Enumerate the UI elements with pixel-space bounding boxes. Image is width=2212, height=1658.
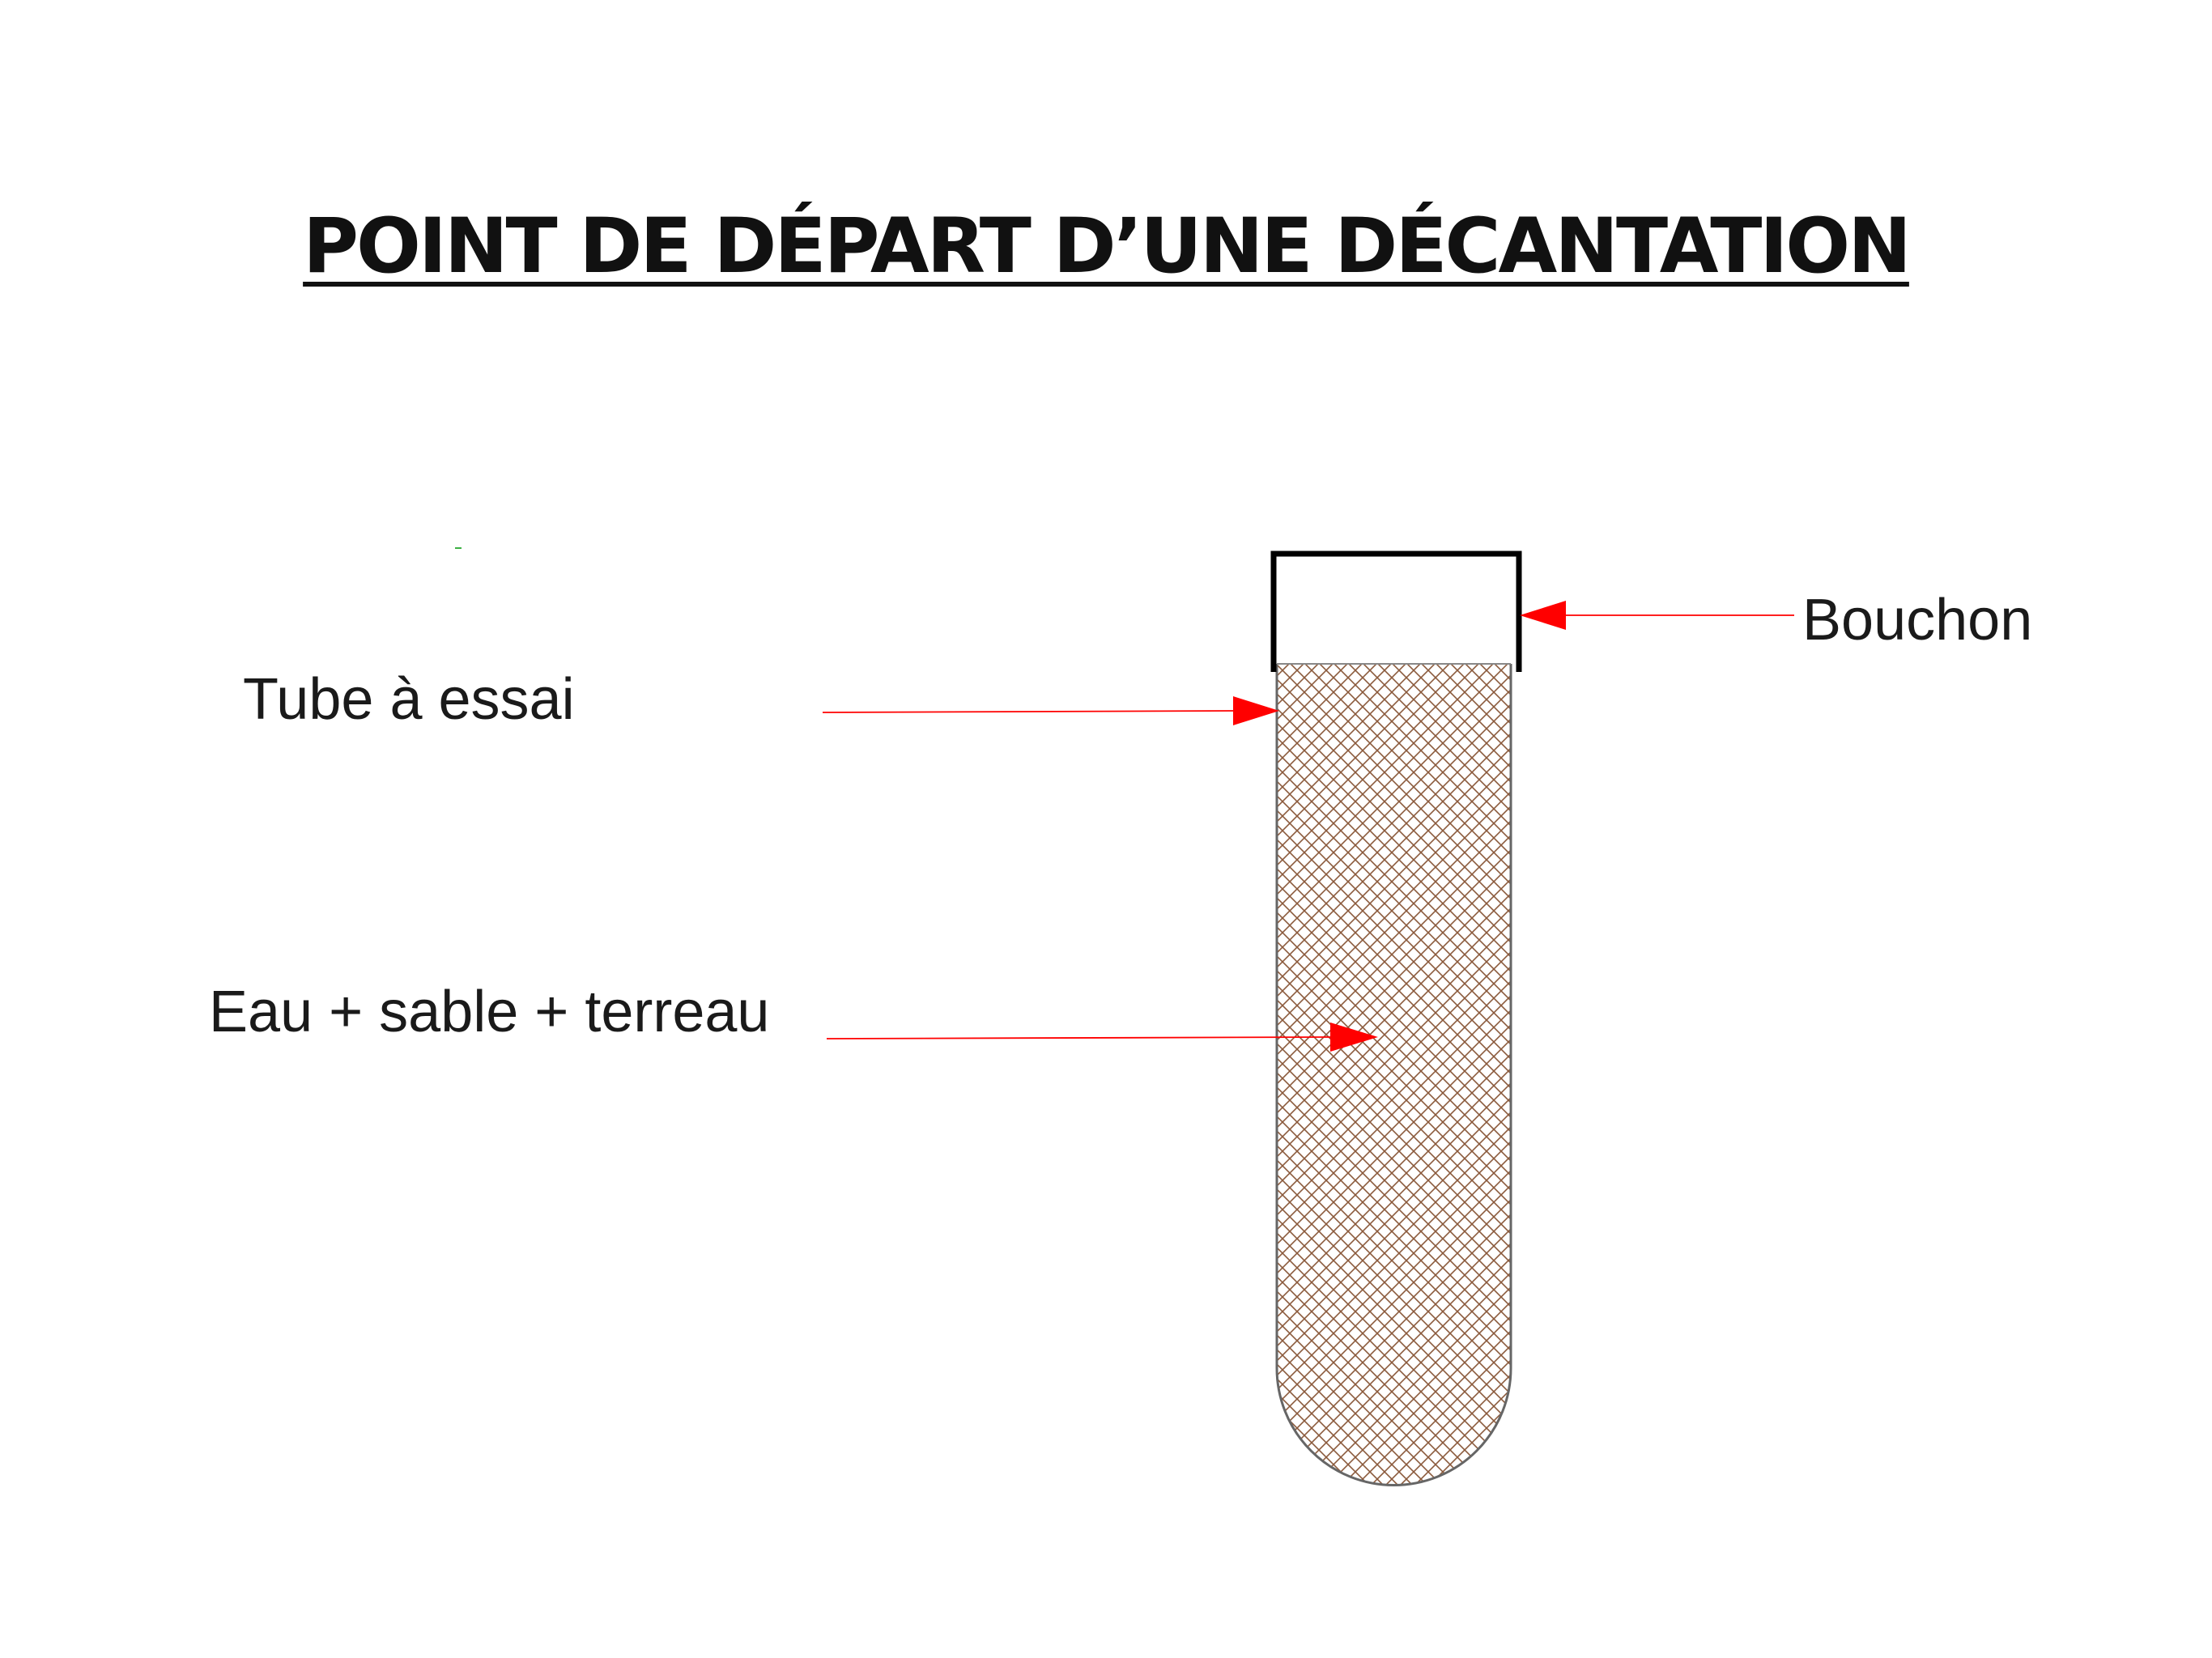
- cap-arrow: [1520, 601, 1794, 630]
- cap-outline: [1270, 551, 1522, 672]
- mixture-fill: [1277, 664, 1511, 1486]
- cap-arrowhead: [1520, 601, 1566, 630]
- tube-arrow: [822, 696, 1279, 725]
- tube-arrowhead: [1233, 696, 1279, 725]
- decantation-diagram: [455, 547, 1794, 1486]
